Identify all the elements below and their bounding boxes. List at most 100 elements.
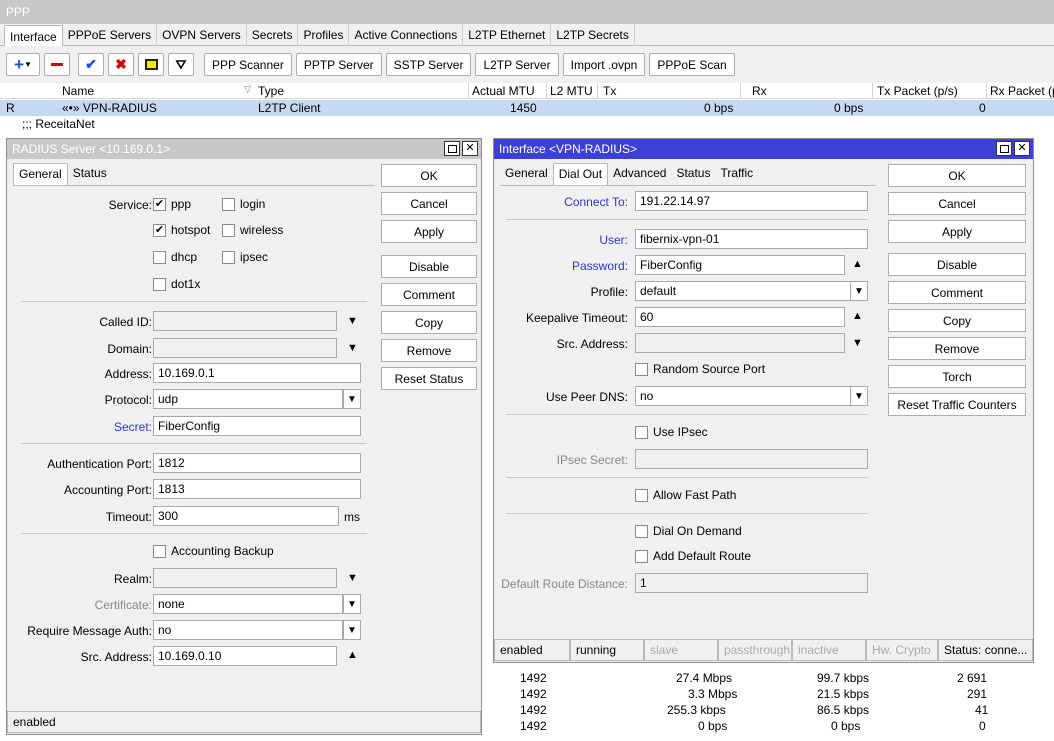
chevron-down-icon[interactable]: ▼: [347, 572, 358, 584]
reset-traffic-counters-button[interactable]: Reset Traffic Counters: [888, 393, 1026, 416]
tab-l2tp-ethernet[interactable]: L2TP Ethernet: [463, 24, 552, 46]
tab-active-connections[interactable]: Active Connections: [349, 24, 464, 46]
comment-button[interactable]: [138, 53, 164, 76]
pptp-server-button[interactable]: PPTP Server: [295, 53, 382, 76]
tab-secrets[interactable]: Secrets: [247, 24, 299, 46]
chevron-up-icon[interactable]: ▲: [347, 649, 358, 661]
realm-field[interactable]: [153, 568, 337, 588]
remove-button[interactable]: Remove: [888, 337, 1026, 360]
dial-on-demand-checkbox[interactable]: Dial On Demand: [635, 524, 742, 538]
col-actual-mtu[interactable]: Actual MTU: [472, 84, 535, 98]
ok-button[interactable]: OK: [888, 164, 1026, 187]
src-address-field[interactable]: 10.169.0.10: [153, 646, 337, 666]
tab-pppoe-servers[interactable]: PPPoE Servers: [63, 24, 158, 46]
cancel-button[interactable]: Cancel: [381, 192, 477, 215]
tab-profiles[interactable]: Profiles: [298, 24, 350, 46]
comment-button[interactable]: Comment: [381, 283, 477, 306]
secret-field[interactable]: FiberConfig: [153, 416, 361, 436]
l2tp-server-button[interactable]: L2TP Server: [475, 53, 559, 76]
cancel-button[interactable]: Cancel: [888, 192, 1026, 215]
tab-l2tp-secrets[interactable]: L2TP Secrets: [551, 24, 635, 46]
service-dot1x-checkbox[interactable]: dot1x: [153, 277, 200, 291]
protocol-select[interactable]: udp: [153, 389, 343, 409]
profile-dropdown-button[interactable]: ▼: [850, 281, 868, 301]
filter-button[interactable]: ⛛: [168, 53, 194, 76]
address-field[interactable]: 10.169.0.1: [153, 363, 361, 383]
accounting-backup-checkbox[interactable]: Accounting Backup: [153, 544, 274, 558]
col-tx-packet[interactable]: Tx Packet (p/s): [877, 84, 958, 98]
import-ovpn-button[interactable]: Import .ovpn: [562, 53, 646, 76]
copy-button[interactable]: Copy: [888, 309, 1026, 332]
tab-interface[interactable]: Interface: [4, 25, 63, 47]
tab-general[interactable]: General: [13, 163, 68, 185]
apply-button[interactable]: Apply: [888, 220, 1026, 243]
service-ppp-checkbox[interactable]: ✔ ppp: [153, 197, 191, 211]
auth-port-field[interactable]: 1812: [153, 453, 361, 473]
tab-general[interactable]: General: [500, 163, 553, 185]
apply-button[interactable]: Apply: [381, 220, 477, 243]
chevron-down-icon[interactable]: ▼: [347, 342, 358, 354]
chevron-down-icon[interactable]: ▼: [347, 315, 358, 327]
timeout-field[interactable]: 300: [153, 506, 339, 526]
enable-button[interactable]: ✔: [78, 53, 104, 76]
disable-button[interactable]: Disable: [888, 253, 1026, 276]
require-msg-auth-select[interactable]: no: [153, 620, 343, 640]
ok-button[interactable]: OK: [381, 164, 477, 187]
col-type[interactable]: Type: [258, 84, 284, 98]
table-row-selected[interactable]: R «•» VPN-RADIUS L2TP Client 1450 0 bps …: [0, 100, 1054, 116]
default-route-distance-field[interactable]: 1: [635, 573, 868, 593]
user-field[interactable]: fibernix-vpn-01: [635, 229, 868, 249]
tab-advanced[interactable]: Advanced: [608, 163, 671, 185]
disable-button[interactable]: ✖: [108, 53, 134, 76]
use-peer-dns-select[interactable]: no: [635, 386, 851, 406]
comment-button[interactable]: Comment: [888, 281, 1026, 304]
torch-button[interactable]: Torch: [888, 365, 1026, 388]
password-field[interactable]: FiberConfig: [635, 255, 845, 275]
remove-button[interactable]: [44, 53, 70, 76]
service-login-checkbox[interactable]: login: [222, 197, 265, 211]
service-wireless-checkbox[interactable]: wireless: [222, 223, 283, 237]
require-msg-auth-dropdown-button[interactable]: ▼: [343, 620, 361, 640]
sstp-server-button[interactable]: SSTP Server: [385, 53, 472, 76]
allow-fast-path-checkbox[interactable]: Allow Fast Path: [635, 488, 736, 502]
tab-traffic[interactable]: Traffic: [715, 163, 758, 185]
keepalive-field[interactable]: 60: [635, 307, 845, 327]
reset-status-button[interactable]: Reset Status: [381, 367, 477, 390]
service-dhcp-checkbox[interactable]: dhcp: [153, 250, 197, 264]
ipsec-secret-field[interactable]: [635, 449, 868, 469]
tab-status[interactable]: Status: [68, 163, 112, 185]
close-button[interactable]: ✕: [1014, 141, 1030, 156]
certificate-dropdown-button[interactable]: ▼: [343, 594, 361, 614]
connect-to-field[interactable]: 191.22.14.97: [635, 191, 868, 211]
called-id-field[interactable]: [153, 311, 337, 331]
certificate-select[interactable]: none: [153, 594, 343, 614]
domain-field[interactable]: [153, 338, 337, 358]
chevron-up-icon[interactable]: ▲: [852, 310, 863, 322]
maximize-button[interactable]: [996, 141, 1012, 156]
disable-button[interactable]: Disable: [381, 255, 477, 278]
random-source-port-checkbox[interactable]: Random Source Port: [635, 362, 765, 376]
use-peer-dns-dropdown-button[interactable]: ▼: [850, 386, 868, 406]
use-ipsec-checkbox[interactable]: Use IPsec: [635, 425, 708, 439]
service-ipsec-checkbox[interactable]: ipsec: [222, 250, 268, 264]
chevron-up-icon[interactable]: ▲: [852, 258, 863, 270]
add-button[interactable]: + ▼: [6, 53, 40, 76]
copy-button[interactable]: Copy: [381, 311, 477, 334]
col-name[interactable]: Name: [62, 84, 94, 98]
col-rx[interactable]: Rx: [752, 84, 767, 98]
close-button[interactable]: ✕: [462, 141, 478, 156]
tab-ovpn-servers[interactable]: OVPN Servers: [157, 24, 247, 46]
maximize-button[interactable]: [444, 141, 460, 156]
chevron-down-icon[interactable]: ▼: [852, 337, 863, 349]
col-tx[interactable]: Tx: [603, 84, 616, 98]
add-default-route-checkbox[interactable]: Add Default Route: [635, 549, 751, 563]
remove-button[interactable]: Remove: [381, 339, 477, 362]
col-rx-packet[interactable]: Rx Packet (p: [990, 84, 1054, 98]
src-address-field[interactable]: [635, 333, 845, 353]
col-l2mtu[interactable]: L2 MTU: [550, 84, 593, 98]
tab-dial-out[interactable]: Dial Out: [552, 163, 609, 185]
tab-status[interactable]: Status: [671, 163, 715, 185]
protocol-dropdown-button[interactable]: ▼: [343, 389, 361, 409]
profile-select[interactable]: default: [635, 281, 851, 301]
service-hotspot-checkbox[interactable]: ✔ hotspot: [153, 223, 210, 237]
